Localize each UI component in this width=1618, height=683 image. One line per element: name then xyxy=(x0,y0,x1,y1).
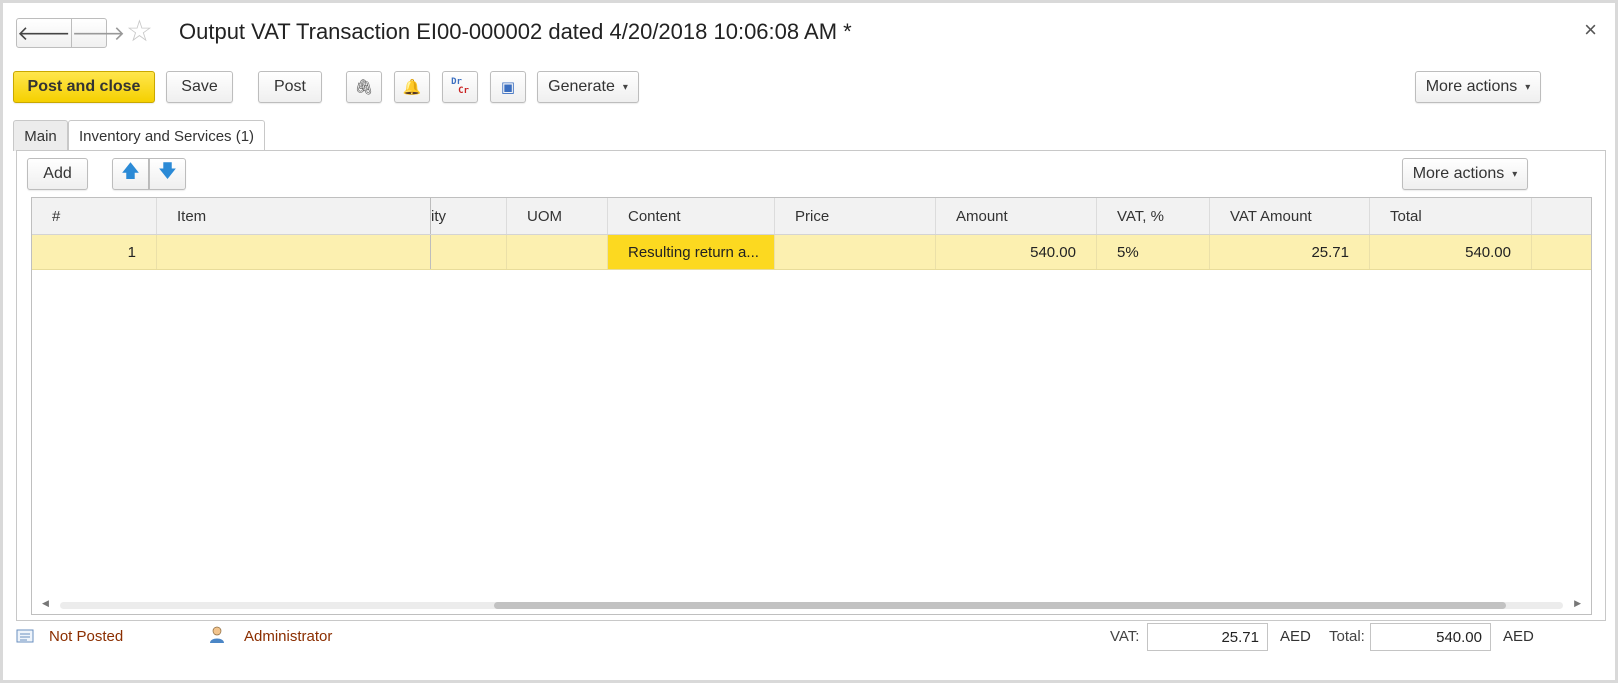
item-cell[interactable] xyxy=(157,235,431,269)
chevron-down-icon: ▾ xyxy=(1525,81,1531,93)
more-actions-label: More actions xyxy=(1425,78,1518,95)
paperclip-icon: 🖇 xyxy=(354,79,374,96)
post-and-close-button[interactable]: Post and close xyxy=(13,71,155,103)
document-status-icon xyxy=(16,629,34,643)
total-currency: AED xyxy=(1503,628,1534,645)
table-header: # Item ity UOM Content Price Amount VAT,… xyxy=(32,198,1591,235)
grand-total-label: Total: xyxy=(1329,628,1365,645)
document-window: 🡐 🡒 ☆ Output VAT Transaction EI00-000002… xyxy=(0,0,1618,683)
table-row[interactable]: 1 Resulting return a... 540.00 5% 25.71 … xyxy=(32,235,1591,270)
navigation-buttons: 🡐 🡒 xyxy=(16,18,125,48)
column-header-uom[interactable]: UOM xyxy=(507,198,608,234)
vat-total-label: VAT: xyxy=(1110,628,1140,645)
inventory-panel: Add 🡅 🡇 More actions ▾ # Item ity UOM Co… xyxy=(16,150,1606,621)
chevron-down-icon: ▾ xyxy=(1512,168,1518,180)
column-header-price[interactable]: Price xyxy=(775,198,936,234)
responsible-user[interactable]: Administrator xyxy=(244,628,332,645)
column-header-content[interactable]: Content xyxy=(608,198,775,234)
arrow-right-icon: 🡒 xyxy=(71,22,126,45)
horizontal-scrollbar[interactable]: ◀ ▶ xyxy=(32,596,1591,614)
post-button[interactable]: Post xyxy=(258,71,322,103)
debit-credit-icon: Dr Cr xyxy=(451,77,469,96)
favorite-star-icon[interactable]: ☆ xyxy=(126,17,153,47)
items-table: # Item ity UOM Content Price Amount VAT,… xyxy=(31,197,1592,615)
table-more-actions-button[interactable]: More actions ▾ xyxy=(1402,158,1528,190)
column-header-number[interactable]: # xyxy=(32,198,157,234)
arrow-down-icon: 🡇 xyxy=(158,161,177,181)
status-not-posted[interactable]: Not Posted xyxy=(49,628,123,645)
move-down-button[interactable]: 🡇 xyxy=(149,158,186,190)
vat-rate-cell[interactable]: 5% xyxy=(1097,235,1210,269)
page-title: Output VAT Transaction EI00-000002 dated… xyxy=(179,19,852,44)
scroll-right-icon[interactable]: ▶ xyxy=(1574,598,1581,609)
generate-button[interactable]: Generate ▾ xyxy=(537,71,639,103)
hierarchy-icon: ▣ xyxy=(500,79,516,96)
column-header-amount[interactable]: Amount xyxy=(936,198,1097,234)
chevron-down-icon: ▾ xyxy=(622,81,628,93)
save-button[interactable]: Save xyxy=(166,71,233,103)
column-header-quantity[interactable]: ity xyxy=(431,198,507,234)
row-number-cell[interactable]: 1 xyxy=(32,235,157,269)
move-up-button[interactable]: 🡅 xyxy=(112,158,149,190)
reminder-button[interactable]: 🔔 xyxy=(394,71,430,103)
tab-inventory-and-services[interactable]: Inventory and Services (1) xyxy=(68,120,265,152)
more-actions-label: More actions xyxy=(1412,165,1505,182)
drcr-button[interactable]: Dr Cr xyxy=(442,71,478,103)
amount-cell[interactable]: 540.00 xyxy=(936,235,1097,269)
generate-label: Generate xyxy=(548,78,615,95)
uom-cell[interactable] xyxy=(507,235,608,269)
vat-currency: AED xyxy=(1280,628,1311,645)
structure-button[interactable]: ▣ xyxy=(490,71,526,103)
vat-amount-cell[interactable]: 25.71 xyxy=(1210,235,1370,269)
quantity-cell[interactable] xyxy=(431,235,507,269)
user-icon xyxy=(210,626,224,643)
attach-button[interactable]: 🖇 xyxy=(346,71,382,103)
arrow-left-icon: 🡐 xyxy=(17,22,71,45)
vat-total-field[interactable]: 25.71 xyxy=(1147,623,1268,651)
forward-button[interactable]: 🡒 xyxy=(70,19,126,47)
close-icon[interactable]: × xyxy=(1584,17,1597,43)
more-actions-button[interactable]: More actions ▾ xyxy=(1415,71,1541,103)
back-button[interactable]: 🡐 xyxy=(17,19,71,47)
total-cell[interactable]: 540.00 xyxy=(1370,235,1532,269)
scroll-left-icon[interactable]: ◀ xyxy=(42,598,49,609)
tab-main[interactable]: Main xyxy=(13,120,68,151)
arrow-up-icon: 🡅 xyxy=(121,161,140,181)
column-header-vat-rate[interactable]: VAT, % xyxy=(1097,198,1210,234)
column-header-vat-amount[interactable]: VAT Amount xyxy=(1210,198,1370,234)
add-button[interactable]: Add xyxy=(27,158,88,190)
scroll-thumb[interactable] xyxy=(494,602,1506,609)
column-header-total[interactable]: Total xyxy=(1370,198,1532,234)
bell-icon: 🔔 xyxy=(402,79,422,96)
content-cell[interactable]: Resulting return a... xyxy=(608,235,775,269)
price-cell[interactable] xyxy=(775,235,936,269)
column-header-item[interactable]: Item xyxy=(157,198,431,234)
grand-total-field[interactable]: 540.00 xyxy=(1370,623,1491,651)
